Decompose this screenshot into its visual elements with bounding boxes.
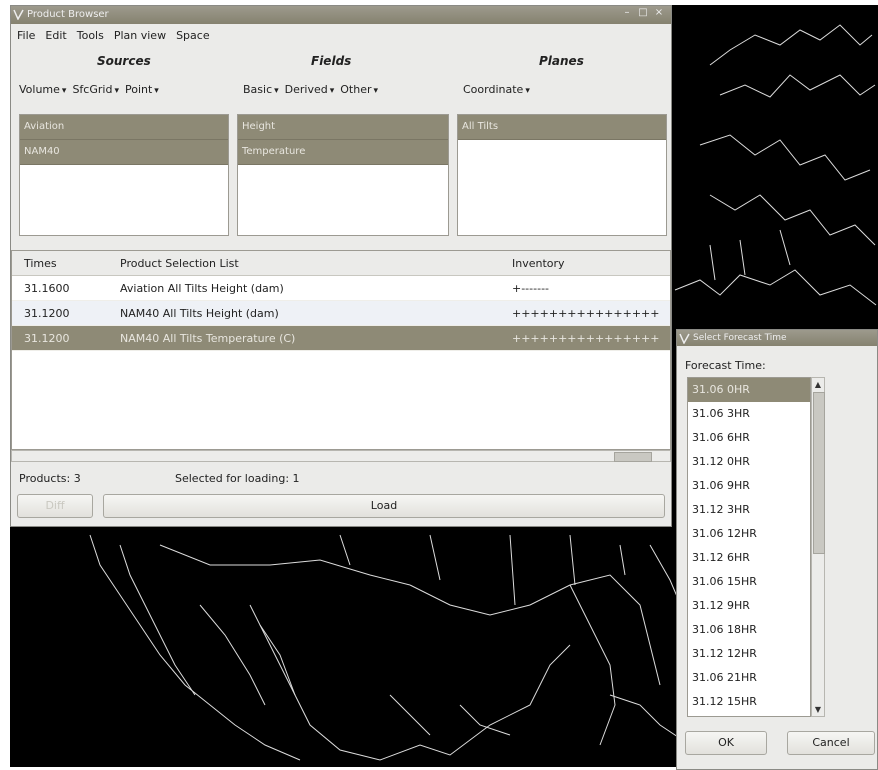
scrollbar-thumb[interactable] bbox=[614, 452, 652, 462]
list-item[interactable]: 31.06 12HR bbox=[688, 522, 810, 546]
row-inventory: ++++++++++++++++ bbox=[512, 332, 660, 345]
list-item[interactable]: 31.12 0HR bbox=[688, 450, 810, 474]
minimize-icon[interactable]: – bbox=[621, 7, 633, 19]
scrollbar-thumb[interactable] bbox=[813, 392, 825, 554]
cancel-button[interactable]: Cancel bbox=[787, 731, 875, 755]
planes-list: All Tilts bbox=[457, 114, 667, 236]
list-item-field[interactable]: Height bbox=[238, 115, 448, 140]
inventory-header[interactable]: Inventory bbox=[512, 257, 565, 270]
load-button[interactable]: Load bbox=[103, 494, 665, 518]
row-inventory: ++++++++++++++++ bbox=[512, 307, 660, 320]
scroll-up-icon[interactable]: ▲ bbox=[813, 379, 823, 390]
row-product: NAM40 All Tilts Height (dam) bbox=[120, 307, 279, 320]
plane-dropdowns: Coordinate bbox=[463, 83, 530, 96]
fields-heading: Fields bbox=[311, 54, 352, 68]
row-time: 31.1200 bbox=[24, 307, 70, 320]
row-time: 31.1600 bbox=[24, 282, 70, 295]
maximize-icon[interactable]: □ bbox=[637, 7, 649, 19]
products-count: Products: 3 bbox=[19, 472, 81, 485]
fields-list: Height Temperature bbox=[237, 114, 449, 236]
forecast-time-dialog: Select Forecast Time Forecast Time: 31.0… bbox=[676, 329, 878, 770]
field-dropdowns: Basic Derived Other bbox=[243, 83, 378, 96]
table-row[interactable]: 31.1200 NAM40 All Tilts Height (dam) +++… bbox=[12, 301, 670, 326]
list-item[interactable]: 31.06 21HR bbox=[688, 666, 810, 690]
table-header: Times Product Selection List Inventory bbox=[12, 251, 670, 276]
list-item[interactable]: 31.06 0HR bbox=[688, 378, 810, 402]
menu-plan-view[interactable]: Plan view bbox=[114, 29, 166, 42]
sources-heading: Sources bbox=[97, 54, 151, 68]
forecast-time-list: 31.06 0HR 31.06 3HR 31.06 6HR 31.12 0HR … bbox=[687, 377, 811, 717]
list-item[interactable]: 31.12 9HR bbox=[688, 594, 810, 618]
volume-dropdown[interactable]: Volume bbox=[19, 83, 66, 96]
list-item[interactable]: 31.06 15HR bbox=[688, 570, 810, 594]
dialog-title: Select Forecast Time bbox=[693, 333, 787, 343]
planes-heading: Planes bbox=[539, 54, 584, 68]
product-header[interactable]: Product Selection List bbox=[120, 257, 239, 270]
table-row[interactable]: 31.1200 NAM40 All Tilts Temperature (C) … bbox=[12, 326, 670, 351]
dialog-titlebar[interactable]: Select Forecast Time bbox=[677, 330, 877, 346]
app-icon bbox=[679, 333, 690, 344]
coordinate-dropdown[interactable]: Coordinate bbox=[463, 83, 530, 96]
row-inventory: +------- bbox=[512, 282, 550, 295]
other-dropdown[interactable]: Other bbox=[340, 83, 378, 96]
derived-dropdown[interactable]: Derived bbox=[285, 83, 335, 96]
list-item-plane[interactable]: All Tilts bbox=[458, 115, 666, 140]
times-header[interactable]: Times bbox=[24, 257, 57, 270]
sources-list: Aviation NAM40 bbox=[19, 114, 229, 236]
list-item-field[interactable]: Temperature bbox=[238, 140, 448, 165]
list-item[interactable]: 31.12 12HR bbox=[688, 642, 810, 666]
source-dropdowns: Volume SfcGrid Point bbox=[19, 83, 159, 96]
list-item[interactable]: 31.06 3HR bbox=[688, 402, 810, 426]
menu-file[interactable]: File bbox=[17, 29, 35, 42]
basic-dropdown[interactable]: Basic bbox=[243, 83, 279, 96]
menu-bar: File Edit Tools Plan view Space bbox=[11, 24, 671, 46]
list-item-source[interactable]: Aviation bbox=[20, 115, 228, 140]
app-icon bbox=[13, 9, 24, 20]
list-item[interactable]: 31.06 9HR bbox=[688, 474, 810, 498]
row-time: 31.1200 bbox=[24, 332, 70, 345]
close-icon[interactable]: × bbox=[653, 7, 665, 19]
list-item-source[interactable]: NAM40 bbox=[20, 140, 228, 165]
sfcgrid-dropdown[interactable]: SfcGrid bbox=[72, 83, 119, 96]
window-titlebar[interactable]: Product Browser – □ × bbox=[11, 6, 671, 24]
ok-button[interactable]: OK bbox=[685, 731, 767, 755]
point-dropdown[interactable]: Point bbox=[125, 83, 159, 96]
list-item[interactable]: 31.12 3HR bbox=[688, 498, 810, 522]
row-product: Aviation All Tilts Height (dam) bbox=[120, 282, 284, 295]
table-horizontal-scrollbar[interactable] bbox=[11, 450, 671, 462]
list-item[interactable]: 31.06 6HR bbox=[688, 426, 810, 450]
list-item[interactable]: 31.12 15HR bbox=[688, 690, 810, 714]
diff-button[interactable]: Diff bbox=[17, 494, 93, 518]
menu-edit[interactable]: Edit bbox=[45, 29, 66, 42]
menu-space[interactable]: Space bbox=[176, 29, 210, 42]
window-title: Product Browser bbox=[27, 9, 109, 20]
list-item[interactable]: 31.12 6HR bbox=[688, 546, 810, 570]
forecast-vertical-scrollbar[interactable]: ▲ ▼ bbox=[811, 377, 825, 717]
scroll-down-icon[interactable]: ▼ bbox=[813, 704, 823, 715]
list-item[interactable]: 31.06 18HR bbox=[688, 618, 810, 642]
forecast-time-label: Forecast Time: bbox=[685, 359, 766, 372]
product-table: Times Product Selection List Inventory 3… bbox=[11, 250, 671, 450]
menu-tools[interactable]: Tools bbox=[77, 29, 104, 42]
table-row[interactable]: 31.1600 Aviation All Tilts Height (dam) … bbox=[12, 276, 670, 301]
row-product: NAM40 All Tilts Temperature (C) bbox=[120, 332, 296, 345]
selected-count: Selected for loading: 1 bbox=[175, 472, 300, 485]
product-browser-window: Product Browser – □ × File Edit Tools Pl… bbox=[10, 5, 672, 527]
